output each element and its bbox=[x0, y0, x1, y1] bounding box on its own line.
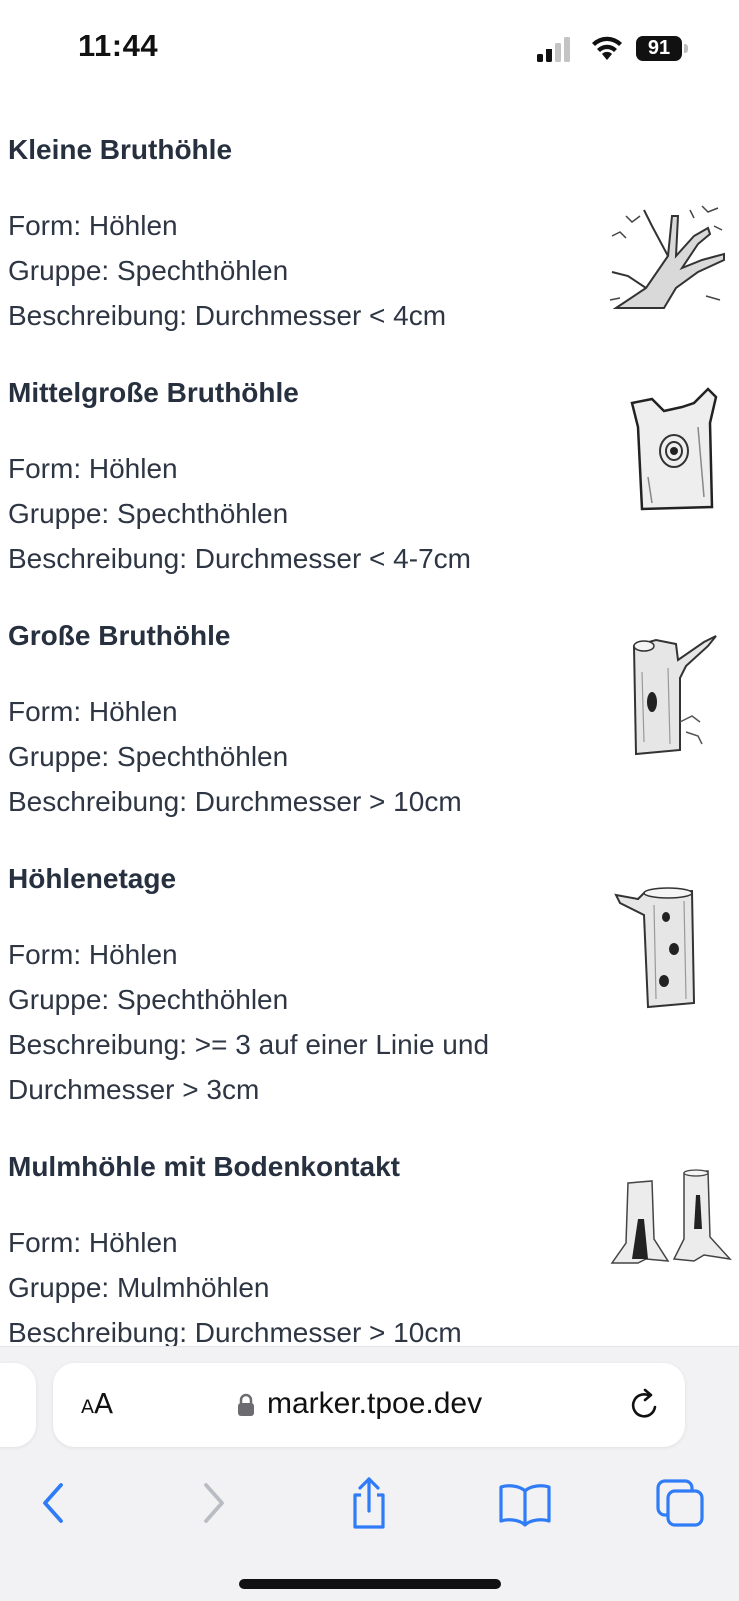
entry-title: Kleine Bruthöhle bbox=[8, 134, 233, 165]
previous-tab-peek[interactable] bbox=[0, 1363, 36, 1447]
entry-title: Mittelgroße Bruthöhle bbox=[8, 377, 299, 408]
home-indicator bbox=[239, 1579, 501, 1589]
cellular-signal-icon bbox=[537, 37, 570, 62]
chevron-right-icon[interactable] bbox=[184, 1473, 244, 1533]
entry-group: Gruppe: Spechthöhlen bbox=[8, 255, 289, 286]
entry-hoehlenetage: Höhlenetage Form: Höhlen Gruppe: Spechth… bbox=[8, 863, 728, 1108]
entry-description: Beschreibung: Durchmesser < 4cm bbox=[8, 300, 447, 331]
status-time: 11:44 bbox=[78, 28, 159, 63]
entry-form: Form: Höhlen bbox=[8, 939, 178, 970]
entry-mittelgrosse-bruthoehle: Mittelgroße Bruthöhle Form: Höhlen Grupp… bbox=[8, 377, 728, 577]
text-size-small-label: A bbox=[81, 1396, 94, 1418]
text-size-button[interactable]: AA bbox=[81, 1387, 113, 1423]
entry-description: Beschreibung: Durchmesser > 10cm bbox=[8, 1317, 462, 1346]
chevron-left-icon[interactable] bbox=[25, 1473, 85, 1533]
entry-form: Form: Höhlen bbox=[8, 453, 178, 484]
entry-form: Form: Höhlen bbox=[8, 696, 178, 727]
reload-icon[interactable] bbox=[628, 1388, 662, 1422]
trunk-with-large-hole-illustration bbox=[632, 635, 717, 756]
entry-group: Gruppe: Mulmhöhlen bbox=[8, 1272, 270, 1303]
entry-description: Beschreibung: Durchmesser < 4-7cm bbox=[8, 543, 471, 574]
browser-toolbar: AA marker.tpoe.dev bbox=[0, 1346, 739, 1601]
entry-form: Form: Höhlen bbox=[8, 210, 178, 241]
entry-group: Gruppe: Spechthöhlen bbox=[8, 741, 289, 772]
entry-group: Gruppe: Spechthöhlen bbox=[8, 498, 289, 529]
status-bar: 11:44 91 bbox=[0, 0, 739, 96]
tree-branches-illustration bbox=[609, 205, 725, 309]
wifi-icon bbox=[592, 36, 622, 60]
lock-icon bbox=[238, 1393, 254, 1416]
entry-description: Beschreibung: >= 3 auf einer Linie und bbox=[8, 1029, 490, 1060]
url-display[interactable]: marker.tpoe.dev bbox=[267, 1387, 482, 1421]
entry-description: Beschreibung: Durchmesser > 10cm bbox=[8, 786, 462, 817]
entry-title: Große Bruthöhle bbox=[8, 620, 231, 651]
entry-description-continued: Durchmesser > 3cm bbox=[8, 1074, 260, 1105]
text-size-large-label: A bbox=[94, 1387, 114, 1420]
trunk-with-stacked-holes-illustration bbox=[614, 887, 696, 1009]
entry-kleine-bruthoehle: Kleine Bruthöhle Form: Höhlen Gruppe: Sp… bbox=[8, 134, 728, 334]
battery-level: 91 bbox=[636, 36, 682, 61]
page-content: Kleine Bruthöhle Form: Höhlen Gruppe: Sp… bbox=[0, 96, 739, 1346]
battery-icon: 91 bbox=[636, 36, 688, 61]
share-icon[interactable] bbox=[339, 1473, 399, 1533]
trunk-with-hole-illustration bbox=[630, 387, 718, 511]
entry-group: Gruppe: Spechthöhlen bbox=[8, 984, 289, 1015]
book-icon[interactable] bbox=[495, 1473, 555, 1533]
address-bar[interactable]: AA marker.tpoe.dev bbox=[53, 1363, 685, 1447]
tabs-icon[interactable] bbox=[652, 1473, 712, 1533]
entry-title: Mulmhöhle mit Bodenkontakt bbox=[8, 1151, 400, 1182]
entry-grosse-bruthoehle: Große Bruthöhle Form: Höhlen Gruppe: Spe… bbox=[8, 620, 728, 820]
entry-mulmhoehle-mit-bodenkontakt: Mulmhöhle mit Bodenkontakt Form: Höhlen … bbox=[8, 1151, 732, 1346]
entry-form: Form: Höhlen bbox=[8, 1227, 178, 1258]
trunk-bases-illustration bbox=[610, 1169, 732, 1264]
entry-title: Höhlenetage bbox=[8, 863, 177, 894]
